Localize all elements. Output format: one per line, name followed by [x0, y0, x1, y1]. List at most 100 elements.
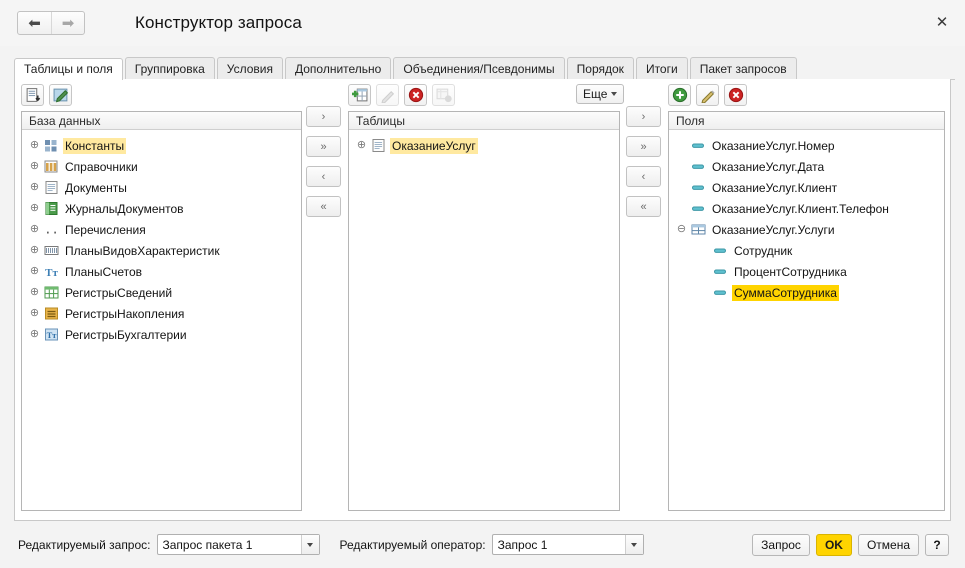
- arrow-right-icon[interactable]: ➡: [51, 12, 84, 34]
- tab-bar: Таблицы и поля Группировка Условия Дополнит…: [14, 57, 955, 80]
- more-button[interactable]: Еще: [576, 84, 625, 104]
- move-all-left-button[interactable]: «: [306, 196, 341, 217]
- close-icon[interactable]: ✕: [931, 11, 953, 33]
- tree-item[interactable]: ⊕ ЖурналыДокументов: [22, 198, 301, 219]
- table-part-icon: [691, 222, 706, 237]
- footer-buttons: Запрос OK Отмена?: [746, 533, 949, 556]
- collapse-icon[interactable]: ⊖: [675, 223, 688, 236]
- edit-icon: [376, 84, 399, 106]
- edit-field-icon[interactable]: [696, 84, 719, 106]
- tree-item[interactable]: ⊕ Документы: [22, 177, 301, 198]
- chevron-down-icon[interactable]: [300, 535, 319, 554]
- expand-icon[interactable]: ⊕: [28, 202, 41, 215]
- tab-2[interactable]: Условия: [216, 57, 283, 79]
- tree-item[interactable]: ⊕ Справочники: [22, 156, 301, 177]
- footer-bar: Редактируемый запрос: Запрос пакета 1 Ре…: [0, 521, 965, 568]
- expand-icon[interactable]: ⊕: [28, 244, 41, 257]
- database-tree[interactable]: ⊕ Константы ⊕ Справочники ⊕ Документы ⊕ Журналы…: [22, 131, 301, 510]
- tree-item[interactable]: ⊕СуммаСотрудника: [669, 282, 944, 303]
- move-left-button[interactable]: ‹: [306, 166, 341, 187]
- constructor-frame: База данных ⊕ Константы ⊕ Справочники ⊕ Докум…: [14, 79, 951, 521]
- transfer-button-label: »: [320, 140, 327, 153]
- expand-icon[interactable]: ⊕: [28, 265, 41, 278]
- transfer-button-label: ›: [641, 110, 646, 123]
- add-field-icon[interactable]: [668, 84, 691, 106]
- tree-item[interactable]: ⊕ОказаниеУслуг.Дата: [669, 156, 944, 177]
- transfer-button-label: »: [640, 140, 647, 153]
- expand-icon[interactable]: ⊕: [28, 181, 41, 194]
- tree-item-label: Перечисления: [65, 222, 146, 237]
- accumulation-registers-icon: [44, 306, 59, 321]
- field-icon: [691, 201, 706, 216]
- tab-1[interactable]: Группировка: [124, 57, 215, 79]
- expand-icon[interactable]: ⊕: [28, 286, 41, 299]
- tab-4[interactable]: Объединения/Псевдонимы: [393, 57, 565, 79]
- fields-tree[interactable]: ⊕ОказаниеУслуг.Номер⊕ОказаниеУслуг.Дата⊕…: [669, 131, 944, 510]
- tables-tree[interactable]: ⊕ ОказаниеУслуг: [349, 131, 619, 510]
- tree-item[interactable]: ⊕ОказаниеУслуг.Клиент: [669, 177, 944, 198]
- tab-label: Дополнительно: [294, 61, 382, 76]
- tree-item[interactable]: ⊕ РегистрыСведений: [22, 282, 301, 303]
- tables-panel-header: Таблицы: [349, 112, 619, 130]
- document-icon: [371, 138, 386, 153]
- tab-6[interactable]: Итоги: [635, 57, 688, 79]
- tab-label: Группировка: [134, 61, 205, 76]
- expand-icon[interactable]: ⊕: [28, 328, 41, 341]
- tab-7[interactable]: Пакет запросов: [689, 57, 797, 79]
- expand-icon[interactable]: ⊕: [355, 139, 368, 152]
- move-right-button[interactable]: ›: [306, 106, 341, 127]
- tree-item[interactable]: ⊕ Tт ПланыСчетов: [22, 261, 301, 282]
- add-table-icon[interactable]: [348, 84, 371, 106]
- expand-icon[interactable]: ⊕: [28, 139, 41, 152]
- move-all-left-button[interactable]: «: [626, 196, 661, 217]
- delete-field-icon[interactable]: [724, 84, 747, 106]
- tree-item[interactable]: ⊕ОказаниеУслуг.Клиент.Телефон: [669, 198, 944, 219]
- field-icon: [713, 243, 728, 258]
- tab-label: Условия: [226, 61, 273, 76]
- button-label: OK: [824, 537, 843, 552]
- ok-button[interactable]: OK: [815, 533, 852, 556]
- tree-item[interactable]: ⊖ ОказаниеУслуг.Услуги: [669, 219, 944, 240]
- move-right-button[interactable]: ›: [626, 106, 661, 127]
- table-options-icon: [432, 84, 455, 106]
- tab-0[interactable]: Таблицы и поля: [14, 58, 123, 80]
- delete-icon[interactable]: [404, 84, 427, 106]
- tree-item-label: ПланыВидовХарактеристик: [65, 243, 220, 258]
- expand-icon[interactable]: ⊕: [28, 307, 41, 320]
- tree-item[interactable]: ⊕{..} Перечисления: [22, 219, 301, 240]
- tree-item[interactable]: ⊕ Tт РегистрыБухгалтерии: [22, 324, 301, 345]
- transfer-button-label: ‹: [641, 170, 646, 183]
- cancel-button[interactable]: Отмена: [857, 533, 919, 556]
- move-all-right-button[interactable]: »: [626, 136, 661, 157]
- tree-item-label: ОказаниеУслуг.Клиент: [712, 180, 838, 195]
- query-button[interactable]: Запрос: [752, 533, 810, 556]
- editable-operator-select[interactable]: Запрос 1: [491, 534, 644, 555]
- insert-table-icon[interactable]: [21, 84, 44, 106]
- tree-item-label: ОказаниеУслуг.Клиент.Телефон: [712, 201, 889, 216]
- tree-item[interactable]: ⊕ПроцентСотрудника: [669, 261, 944, 282]
- chevron-down-icon[interactable]: [624, 535, 643, 554]
- tree-item[interactable]: ⊕ ПланыВидовХарактеристик: [22, 240, 301, 261]
- button-label: Отмена: [866, 537, 910, 552]
- tree-item[interactable]: ⊕Сотрудник: [669, 240, 944, 261]
- fields-panel-header: Поля: [669, 112, 944, 130]
- button-label: ?: [933, 537, 941, 552]
- arrow-left-icon[interactable]: ⬅: [18, 12, 51, 34]
- transfer-button-label: ›: [321, 110, 326, 123]
- tree-item[interactable]: ⊕ РегистрыНакопления: [22, 303, 301, 324]
- tree-item[interactable]: ⊕ОказаниеУслуг.Номер: [669, 135, 944, 156]
- expand-icon[interactable]: ⊕: [28, 160, 41, 173]
- move-left-button[interactable]: ‹: [626, 166, 661, 187]
- chart-of-accounts-icon: Tт: [44, 264, 59, 279]
- edit-query-icon[interactable]: [49, 84, 72, 106]
- tab-5[interactable]: Порядок: [566, 57, 634, 79]
- editable-query-select[interactable]: Запрос пакета 1: [156, 534, 320, 555]
- tab-3[interactable]: Дополнительно: [284, 57, 392, 79]
- move-all-right-button[interactable]: »: [306, 136, 341, 157]
- tree-item-label: Справочники: [65, 159, 138, 174]
- help-button[interactable]: ?: [925, 533, 949, 556]
- fields-panel: Поля ⊕ОказаниеУслуг.Номер⊕ОказаниеУслуг.…: [668, 111, 945, 511]
- tree-item[interactable]: ⊕ ОказаниеУслуг: [349, 135, 619, 156]
- expand-icon[interactable]: ⊕: [28, 223, 41, 236]
- tree-item[interactable]: ⊕ Константы: [22, 135, 301, 156]
